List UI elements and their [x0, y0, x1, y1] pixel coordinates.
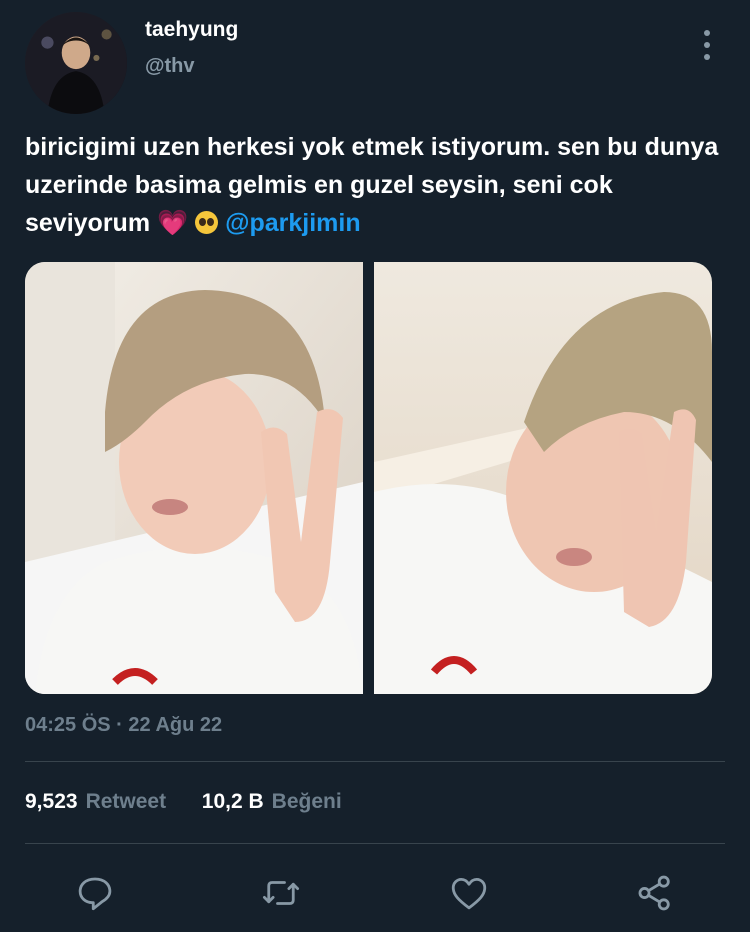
pleading-face-emoji: [195, 211, 219, 234]
divider: [25, 843, 725, 844]
tweet-photo-1[interactable]: [25, 262, 363, 694]
avatar-image: [25, 12, 127, 114]
more-vertical-icon[interactable]: [697, 30, 717, 60]
retweet-icon[interactable]: [260, 872, 302, 914]
tweet-stats: 9,523 Retweet 10,2 B Beğeni: [25, 790, 342, 814]
divider: [25, 761, 725, 762]
reply-icon[interactable]: [74, 872, 116, 914]
like-stat[interactable]: 10,2 B Beğeni: [196, 790, 342, 813]
tweet-text: biricigimi uzen herkesi yok etmek istiyo…: [25, 128, 725, 242]
user-handle[interactable]: @thv: [145, 55, 195, 78]
retweet-count: 9,523: [25, 790, 78, 813]
retweet-stat[interactable]: 9,523 Retweet: [25, 790, 172, 813]
like-count: 10,2 B: [201, 790, 264, 813]
photo-1-image: [25, 262, 363, 694]
avatar[interactable]: [25, 12, 127, 114]
tweet-body: biricigimi uzen herkesi yok etmek istiyo…: [25, 133, 719, 237]
display-name[interactable]: taehyung: [145, 18, 238, 42]
retweet-label: Retweet: [85, 790, 167, 813]
like-label: Beğeni: [271, 790, 342, 813]
share-icon[interactable]: [634, 872, 676, 914]
tweet-timestamp[interactable]: 04:25 ÖS · 22 Ağu 22: [25, 714, 222, 737]
photo-2-image: [374, 262, 712, 694]
mention-link[interactable]: @parkjimin: [225, 209, 361, 237]
heart-emoji: 💗: [157, 209, 189, 237]
heart-icon[interactable]: [448, 872, 490, 914]
tweet-photo-2[interactable]: [374, 262, 712, 694]
